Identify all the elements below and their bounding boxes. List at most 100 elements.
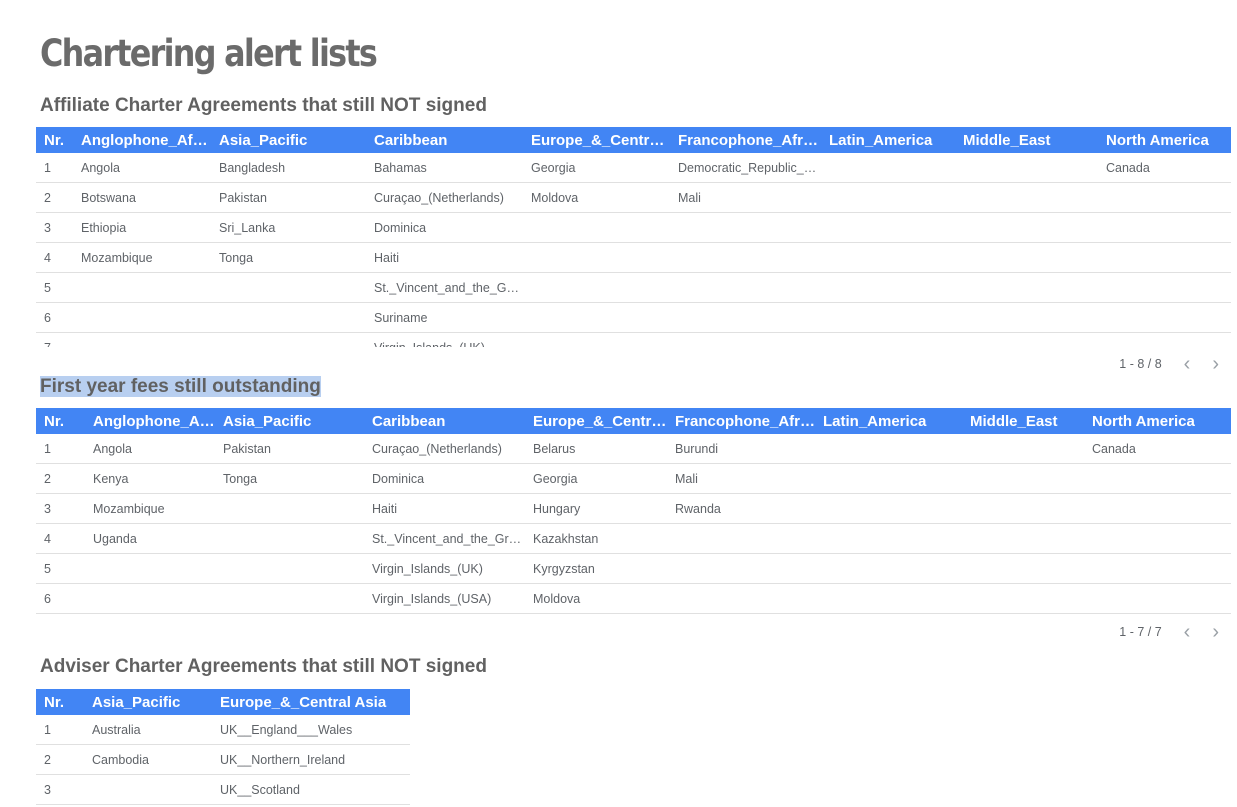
table-row: 6 Suriname — [36, 302, 1231, 333]
table-cell — [1084, 553, 1231, 584]
row-number: 6 — [36, 302, 73, 333]
table-cell — [670, 302, 821, 333]
table-row: 3 Ethiopia Sri_Lanka Dominica — [36, 212, 1231, 243]
table-cell — [670, 242, 821, 273]
table-cell: Bahamas — [366, 153, 523, 183]
table-cell: Dominica — [364, 463, 525, 494]
table-cell: Curaçao_(Netherlands) — [366, 182, 523, 213]
table-cell — [955, 242, 1098, 273]
table-row: 1 Angola Pakistan Curaçao_(Netherlands) Bela… — [36, 434, 1231, 464]
row-number: 2 — [36, 182, 73, 213]
column-header[interactable]: Asia_Pacific — [84, 689, 212, 715]
chevron-left-icon[interactable]: ‹ — [1184, 622, 1191, 642]
column-header[interactable]: Latin_America — [821, 127, 955, 153]
column-header[interactable]: Anglophone_A… — [85, 408, 215, 434]
table-cell: Democratic_Republic_… — [670, 153, 821, 183]
table-cell — [215, 523, 364, 554]
column-header[interactable]: Francophone_Afr… — [667, 408, 815, 434]
table-cell — [955, 153, 1098, 183]
table-cell: Rwanda — [667, 493, 815, 524]
table-cell: Tonga — [215, 463, 364, 494]
table-cell — [955, 182, 1098, 213]
table-cell: Moldova — [525, 583, 667, 614]
table-cell: Pakistan — [211, 182, 366, 213]
table-cell: Haiti — [366, 242, 523, 273]
adviser-table: Nr. Asia_Pacific Europe_&_Central Asia 1 Aus… — [36, 689, 410, 805]
table-cell — [821, 272, 955, 303]
table-cell: Bangladesh — [211, 153, 366, 183]
table-cell — [815, 553, 962, 584]
row-number: 1 — [36, 715, 84, 745]
column-header[interactable]: Anglophone_Af… — [73, 127, 211, 153]
column-header[interactable]: Europe_&_Central Asia — [212, 689, 410, 715]
table-cell — [523, 272, 670, 303]
column-header[interactable]: Asia_Pacific — [211, 127, 366, 153]
column-header[interactable]: Middle_East — [955, 127, 1098, 153]
table-cell — [667, 553, 815, 584]
affiliate-section-title: Affiliate Charter Agreements that still … — [40, 95, 487, 116]
table-cell — [962, 493, 1084, 524]
column-header[interactable]: Caribbean — [366, 127, 523, 153]
column-header[interactable]: Middle_East — [962, 408, 1084, 434]
table-cell — [215, 583, 364, 614]
table-cell — [523, 302, 670, 333]
table-cell — [211, 332, 366, 347]
page-title: Chartering alert lists — [40, 32, 378, 75]
column-header[interactable]: Caribbean — [364, 408, 525, 434]
column-header[interactable]: North America — [1084, 408, 1231, 434]
table-cell: St._Vincent_and_the_Gr… — [364, 523, 525, 554]
table-cell — [73, 332, 211, 347]
column-header[interactable]: Nr. — [36, 408, 85, 434]
row-number: 1 — [36, 434, 85, 464]
table-cell — [670, 212, 821, 243]
table-cell — [670, 332, 821, 347]
table-cell — [667, 583, 815, 614]
table-cell — [821, 153, 955, 183]
table-cell: Mali — [670, 182, 821, 213]
column-header[interactable]: Francophone_Afri… — [670, 127, 821, 153]
column-header[interactable]: Asia_Pacific — [215, 408, 364, 434]
table-cell: Belarus — [525, 434, 667, 464]
table-cell — [1098, 302, 1231, 333]
column-header[interactable]: Nr. — [36, 689, 84, 715]
table-cell: UK__Northern_Ireland — [212, 744, 410, 775]
table-cell: Botswana — [73, 182, 211, 213]
table-cell: Dominica — [366, 212, 523, 243]
table-row: 1 Australia UK__England___Wales — [36, 715, 410, 745]
table-cell — [85, 583, 215, 614]
row-number: 3 — [36, 774, 84, 805]
column-header[interactable]: Europe_&_Centr… — [525, 408, 667, 434]
table-cell: Ethiopia — [73, 212, 211, 243]
table-cell — [1098, 242, 1231, 273]
column-header[interactable]: Latin_America — [815, 408, 962, 434]
table-cell: Georgia — [525, 463, 667, 494]
table-cell: Cambodia — [84, 744, 212, 775]
table-cell: Virgin_Islands_(UK) — [366, 332, 523, 347]
table-cell: Kenya — [85, 463, 215, 494]
table-row: 2 Cambodia UK__Northern_Ireland — [36, 744, 410, 775]
table-cell — [1084, 463, 1231, 494]
column-header[interactable]: Nr. — [36, 127, 73, 153]
chevron-right-icon[interactable]: › — [1212, 354, 1219, 374]
table-cell — [1098, 272, 1231, 303]
table-cell — [211, 302, 366, 333]
row-number: 1 — [36, 153, 73, 183]
table-cell: Kazakhstan — [525, 523, 667, 554]
chevron-right-icon[interactable]: › — [1212, 622, 1219, 642]
fees-title-text: First year fees still outstanding — [40, 376, 321, 397]
table-cell: Moldova — [523, 182, 670, 213]
column-header[interactable]: Europe_&_Centra… — [523, 127, 670, 153]
table-cell — [962, 583, 1084, 614]
table-row: 6 Virgin_Islands_(USA) Moldova — [36, 583, 1231, 614]
table-cell — [1084, 493, 1231, 524]
row-number: 2 — [36, 463, 85, 494]
table-cell: Mozambique — [85, 493, 215, 524]
table-row: 4 Uganda St._Vincent_and_the_Gr… Kazakhstan — [36, 523, 1231, 554]
table-cell: UK__England___Wales — [212, 715, 410, 745]
chevron-left-icon[interactable]: ‹ — [1184, 354, 1191, 374]
table-cell — [815, 583, 962, 614]
table-cell: Virgin_Islands_(USA) — [364, 583, 525, 614]
table-cell — [211, 272, 366, 303]
column-header[interactable]: North America — [1098, 127, 1231, 153]
table-cell — [821, 212, 955, 243]
